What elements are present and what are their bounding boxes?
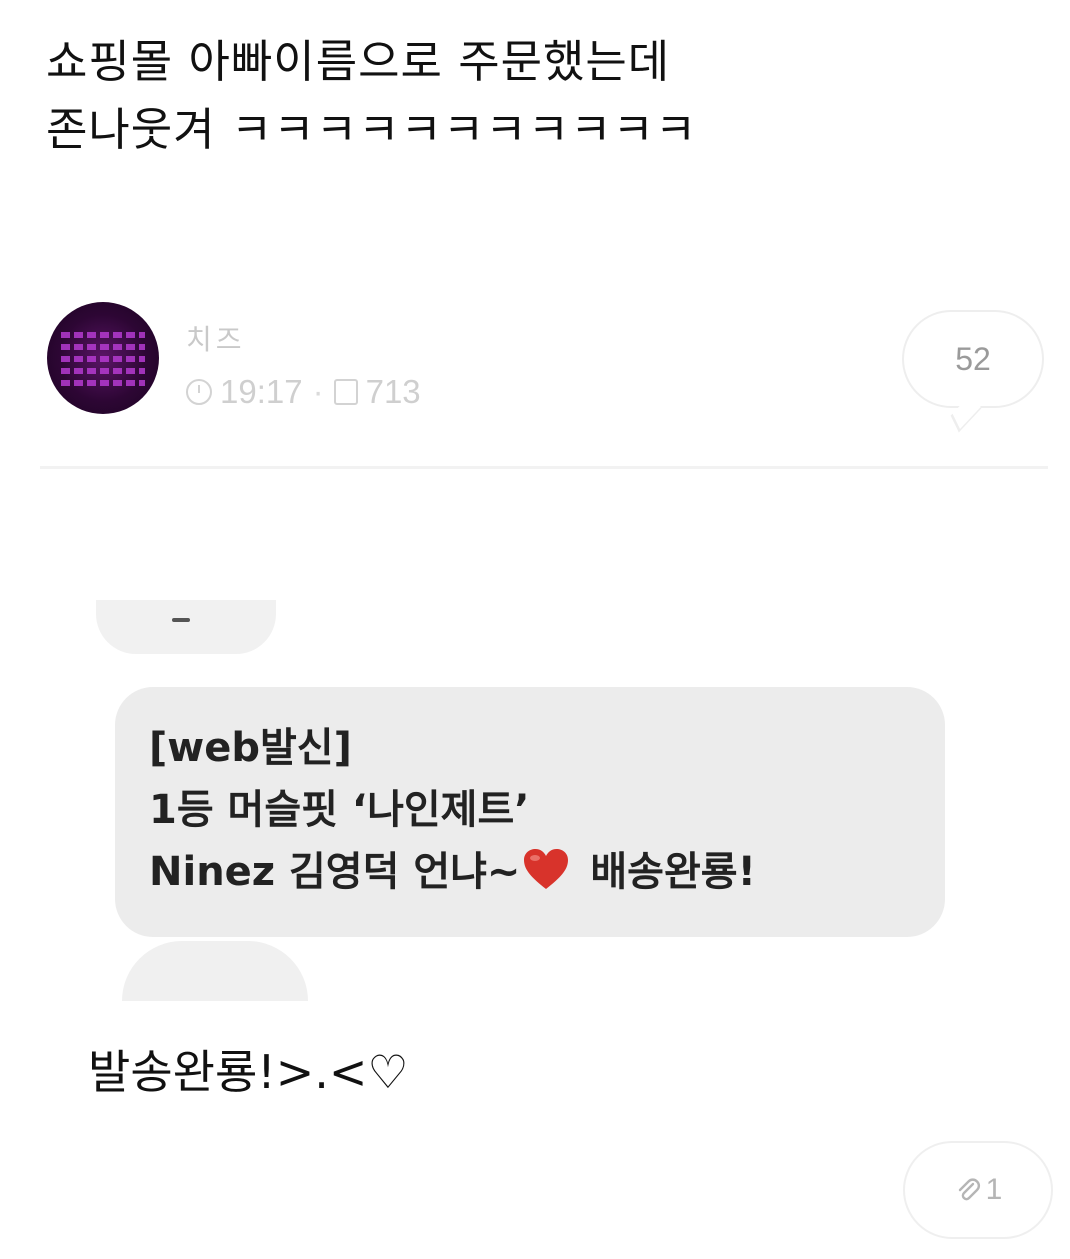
attachment-count: 1: [985, 1173, 1003, 1206]
sms-delivery-status: 배송완룡!: [576, 849, 756, 895]
attachment-button[interactable]: 1: [903, 1141, 1053, 1239]
sms-sender-tag: [web발신]: [149, 725, 352, 771]
sms-delivery-line: Ninez 김영덕 언냐~ 배송완룡!: [149, 841, 911, 903]
author-name[interactable]: 치즈: [186, 318, 246, 358]
avatar[interactable]: [47, 302, 159, 414]
previous-message-bubble: [96, 600, 276, 654]
sms-delivery-greeting: Ninez 김영덕 언냐~: [149, 849, 521, 895]
speech-bubble-tail: [950, 391, 982, 433]
sms-message-bubble: [web발신] 1등 머슬핏 ‘나인제트’ Ninez 김영덕 언냐~ 배송완룡…: [115, 687, 945, 937]
divider: [40, 466, 1048, 469]
sms-shop-name: 1등 머슬핏 ‘나인제트’: [149, 787, 530, 833]
view-count: 713: [365, 373, 421, 410]
caption-line-1: 쇼핑몰 아빠이름으로 주문했는데: [46, 35, 671, 88]
post-body-text: 발송완룡!>.<♡: [88, 1045, 409, 1099]
post-meta: 19:17 · 713: [186, 373, 421, 411]
paperclip-icon: [954, 1176, 982, 1204]
meta-separator: ·: [312, 373, 324, 410]
views-icon: [333, 379, 358, 405]
next-message-bubble: [122, 941, 308, 1001]
heart-icon: [522, 847, 570, 891]
comment-count-button[interactable]: 52: [902, 310, 1044, 433]
post-caption: 쇼핑몰 아빠이름으로 주문했는데 존나웃겨 ㅋㅋㅋㅋㅋㅋㅋㅋㅋㅋㅋ: [46, 28, 697, 164]
caption-line-2: 존나웃겨 ㅋㅋㅋㅋㅋㅋㅋㅋㅋㅋㅋ: [46, 103, 698, 156]
comment-count: 52: [955, 340, 991, 377]
clock-icon: [186, 379, 212, 405]
post-time: 19:17: [220, 373, 303, 410]
